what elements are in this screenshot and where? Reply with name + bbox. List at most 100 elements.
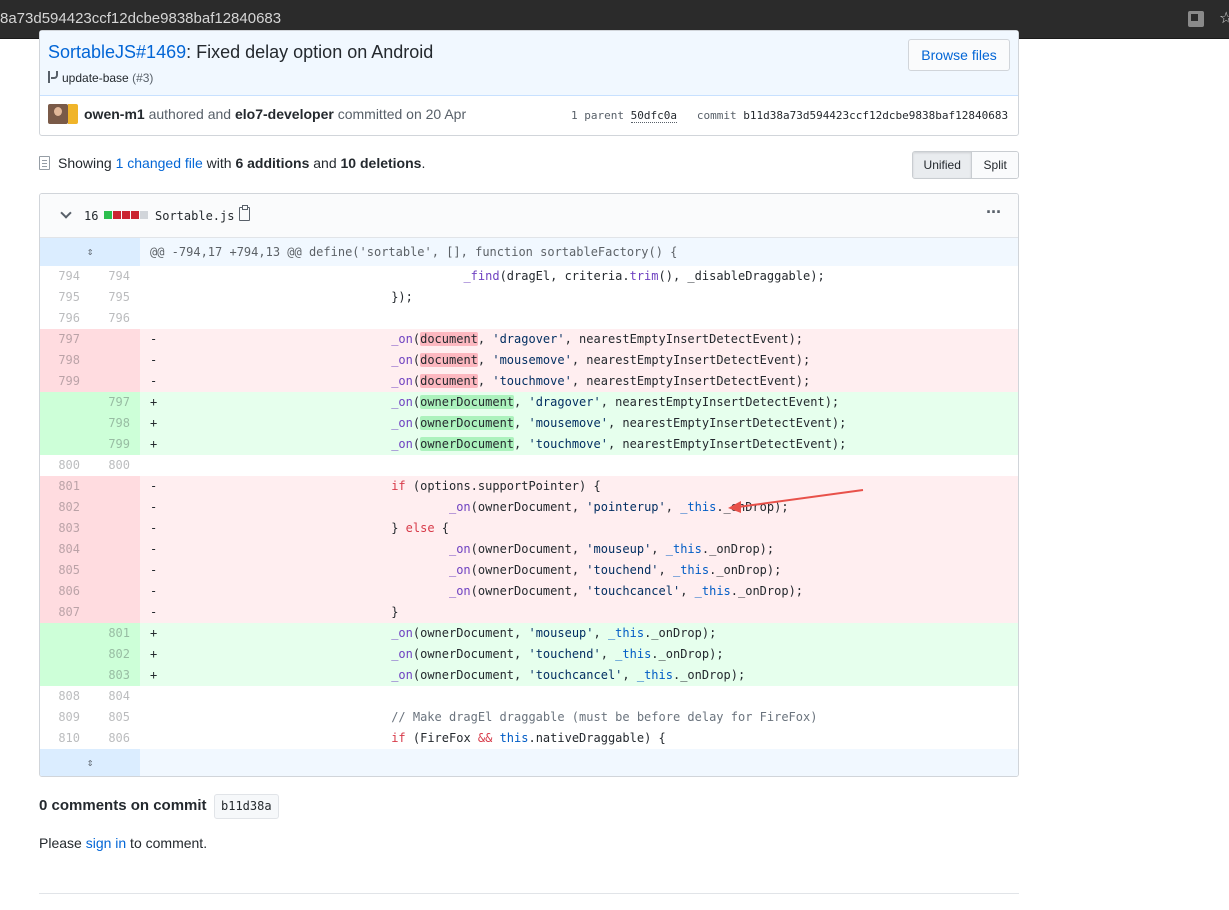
code-token: 'touchcancel' [528,668,623,682]
old-line-number[interactable]: 801 [40,476,90,497]
browse-files-button[interactable]: Browse files [908,39,1010,71]
old-line-number[interactable]: 797 [40,329,90,350]
diff-marker: - [150,374,158,388]
new-line-number[interactable]: 802 [90,644,140,665]
code-token: (ownerDocument, [412,647,529,661]
old-line-number[interactable]: 804 [40,539,90,560]
code-token: , nearestEmptyInsertDetectEvent); [571,353,811,367]
code-line: - _on(ownerDocument, 'pointerup', _this.… [140,497,1018,518]
new-line-number[interactable]: 796 [90,308,140,329]
deleted-line-row: 806 - _on(ownerDocument, 'touchcancel', _… [40,581,1018,602]
old-line-number[interactable]: 799 [40,371,90,392]
file-actions-kebab-icon[interactable]: ··· [986,202,1002,223]
code-line [140,308,1018,329]
diff-marker [150,728,160,749]
new-line-number[interactable]: 805 [90,707,140,728]
new-line-number[interactable]: 797 [90,392,140,413]
diff-marker: - [150,542,158,556]
diffstat-block [131,211,139,219]
deletions-count: 10 deletions [340,155,422,171]
url-text[interactable]: 8a73d594423ccf12dcbe9838baf12840683 [0,10,281,27]
old-line-number[interactable]: 805 [40,560,90,581]
code-token: _on [391,626,413,640]
new-line-number [90,350,140,371]
issue-link[interactable]: SortableJS#1469 [48,42,186,62]
old-line-number[interactable]: 809 [40,707,90,728]
old-line-number[interactable]: 798 [40,350,90,371]
author-avatar[interactable] [48,104,68,124]
code-token: 'pointerup' [586,500,666,514]
changed-files-link[interactable]: 1 changed file [116,155,203,171]
code-token: (ownerDocument, [470,563,587,577]
old-line-number[interactable]: 810 [40,728,90,749]
code-token: _on [391,416,413,430]
new-line-number[interactable]: 799 [90,434,140,455]
file-header: 16 Sortable.js ··· [40,194,1018,238]
new-line-number[interactable]: 798 [90,413,140,434]
new-line-number[interactable]: 801 [90,623,140,644]
pr-number[interactable]: (#3) [132,71,153,85]
expand-up-icon[interactable]: ⇕ [40,238,140,266]
signin-link[interactable]: sign in [86,835,126,851]
copy-path-icon[interactable] [239,205,250,221]
new-line-number[interactable]: 800 [90,455,140,476]
code-line [140,455,1018,476]
split-button[interactable]: Split [972,152,1018,178]
branch-name[interactable]: update-base [62,71,129,85]
diff-marker: + [150,416,158,430]
collapse-chevron-icon[interactable] [60,207,72,219]
new-line-number[interactable]: 794 [90,266,140,287]
diffstat-block [122,211,130,219]
old-line-number[interactable]: 796 [40,308,90,329]
new-line-number[interactable]: 804 [90,686,140,707]
old-line-number[interactable]: 806 [40,581,90,602]
bookmark-star-icon[interactable]: ☆ [1219,8,1229,28]
code-token: } [391,605,399,619]
old-line-number [40,413,90,434]
diff-marker [150,308,160,329]
new-line-number[interactable]: 795 [90,287,140,308]
author-link[interactable]: owen-m1 [84,106,145,122]
diff-marker: - [150,479,158,493]
expand-down-icon[interactable]: ⇕ [40,749,140,776]
old-line-number[interactable]: 800 [40,455,90,476]
old-line-number[interactable]: 802 [40,497,90,518]
new-line-number[interactable]: 803 [90,665,140,686]
diff-marker: - [150,563,158,577]
parent-sha-link[interactable]: 50dfc0a [630,109,677,123]
code-token: 'touchmove' [492,374,572,388]
old-line-number[interactable]: 795 [40,287,90,308]
code-token: ownerDocument [420,437,515,451]
diff-marker: - [150,605,158,619]
diff-marker: - [150,332,158,346]
code-token: 'touchend' [586,563,659,577]
code-line: - _on(ownerDocument, 'touchcancel', _thi… [140,581,1018,602]
old-line-number[interactable]: 803 [40,518,90,539]
old-line-number[interactable]: 808 [40,686,90,707]
hunk-header: @@ -794,17 +794,13 @@ define('sortable',… [150,245,678,259]
code-token: _this [636,668,673,682]
diff-marker [150,287,160,308]
code-token: _this [607,626,645,640]
new-line-number[interactable]: 806 [90,728,140,749]
committer-avatar[interactable] [68,104,78,124]
file-name[interactable]: Sortable.js [155,209,234,223]
deleted-line-row: 805 - _on(ownerDocument, 'touchend', _thi… [40,560,1018,581]
deleted-line-row: 804 - _on(ownerDocument, 'mouseup', _this… [40,539,1018,560]
code-token: (ownerDocument, [470,500,587,514]
old-line-number[interactable]: 794 [40,266,90,287]
added-line-row: 802 + _on(ownerDocument, 'touchend', _thi… [40,644,1018,665]
code-token: 'dragover' [528,395,601,409]
code-token: _on [391,374,413,388]
unified-button[interactable]: Unified [913,152,973,178]
committer-link[interactable]: elo7-developer [235,106,334,122]
code-token: , [514,395,529,409]
translate-icon[interactable] [1188,11,1204,27]
code-token: , [477,332,493,346]
code-token: _on [391,332,413,346]
old-line-number[interactable]: 807 [40,602,90,623]
